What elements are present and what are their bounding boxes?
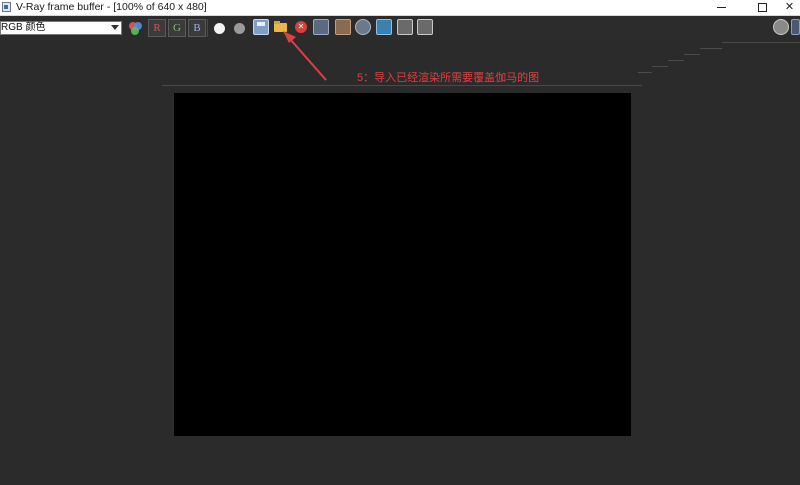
minimize-button[interactable]	[706, 0, 736, 15]
blue-channel-button[interactable]: B	[188, 19, 206, 37]
compare-b-icon[interactable]	[417, 19, 433, 35]
decor-line	[700, 48, 722, 49]
render-image[interactable]	[174, 93, 631, 436]
window-title: V-Ray frame buffer - [100% of 640 x 480]	[16, 1, 207, 13]
decor-line	[652, 66, 668, 67]
annotation-text: 5：导入已经渲染所需要覆盖伽马的图	[357, 72, 540, 84]
vray-app-icon	[2, 2, 11, 12]
decor-line	[722, 42, 800, 43]
track-mouse-icon[interactable]	[355, 19, 371, 35]
maximize-button[interactable]	[747, 0, 777, 15]
chevron-down-icon	[111, 25, 119, 30]
region-render-icon[interactable]	[313, 19, 329, 35]
decor-line	[638, 72, 652, 73]
vfb-toolbar: RGB 颜色 R G B	[0, 16, 800, 40]
white-circle-icon[interactable]	[211, 19, 229, 37]
clear-image-icon[interactable]	[293, 19, 309, 35]
color-channels-icon[interactable]	[127, 19, 145, 37]
channel-select[interactable]: RGB 颜色	[0, 21, 122, 35]
teapot-render-icon[interactable]	[335, 19, 351, 35]
toolbar-divider	[207, 19, 208, 37]
decor-line	[684, 54, 700, 55]
green-channel-button[interactable]: G	[168, 19, 186, 37]
compare-a-icon[interactable]	[397, 19, 413, 35]
load-image-icon[interactable]	[273, 19, 289, 35]
title-bar: V-Ray frame buffer - [100% of 640 x 480]…	[0, 0, 800, 16]
gray-circle-icon[interactable]	[231, 19, 249, 37]
decor-line	[668, 60, 684, 61]
lens-effects-icon[interactable]	[376, 19, 392, 35]
red-channel-button[interactable]: R	[148, 19, 166, 37]
side-panel-icon[interactable]	[791, 19, 800, 35]
history-icon[interactable]	[773, 19, 789, 35]
region-boundary-line	[162, 85, 642, 86]
close-button[interactable]: ✕	[779, 0, 800, 15]
channel-select-value: RGB 颜色	[1, 22, 46, 33]
save-image-icon[interactable]	[253, 19, 269, 35]
